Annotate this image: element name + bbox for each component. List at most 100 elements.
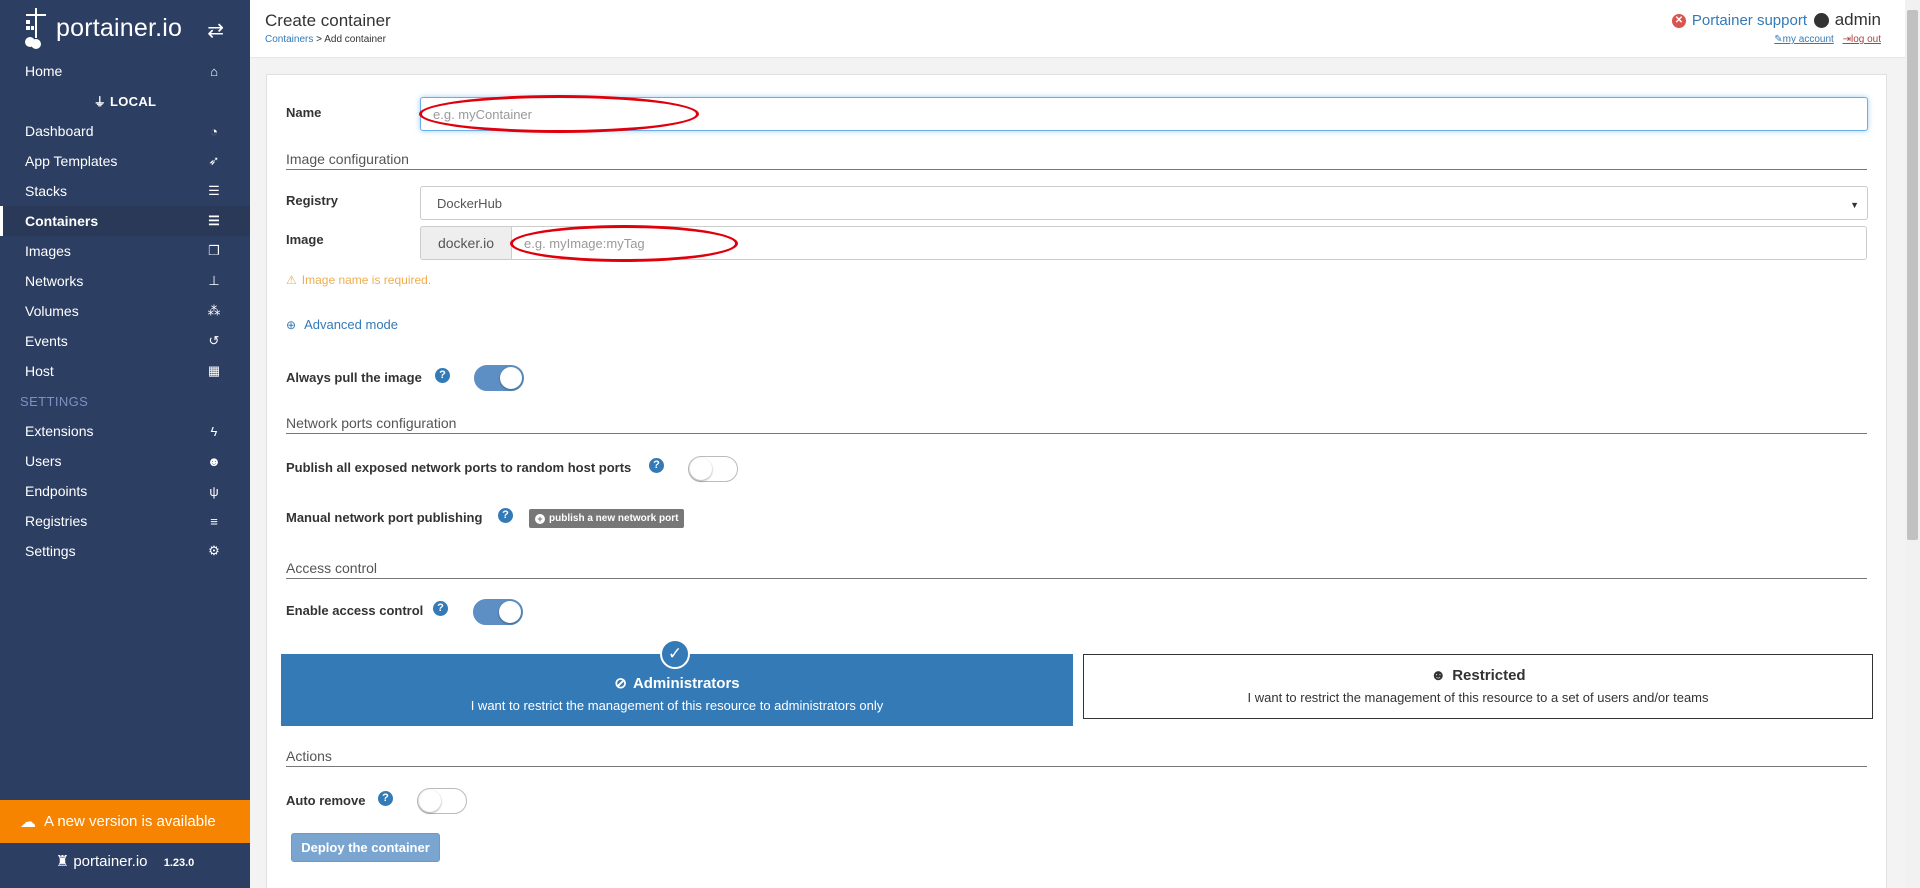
sidebar-item-users[interactable]: Users ☻ [0,446,250,476]
breadcrumb-current: Add container [324,34,386,45]
sidebar-item-containers[interactable]: Containers ☰ [0,206,250,236]
log-out-link[interactable]: ⇥log out [1843,34,1881,45]
administrators-title: ⊘ Administrators [614,674,740,693]
publish-all-toggle[interactable] [688,456,738,482]
sidebar-item-dashboard[interactable]: Dashboard ◔ [0,116,250,146]
cloud-download-icon: ☁ [20,813,36,831]
registry-value: DockerHub [437,195,503,211]
sidebar-item-label: Events [25,333,68,349]
publish-port-label: publish a new network port [549,513,679,524]
sidebar-item-label: Dashboard [25,123,94,139]
enable-access-label: Enable access control [286,603,424,618]
sidebar-item-networks[interactable]: Networks ⊥ [0,266,250,296]
advanced-mode-link[interactable]: ⊕ Advanced mode [286,317,398,332]
image-warning: ⚠ Image name is required. [286,273,431,287]
sidebar-item-label: Endpoints [25,483,88,499]
always-pull-label: Always pull the image [286,370,422,385]
user-circle-icon [1813,12,1829,28]
publish-port-button[interactable]: + publish a new network port [529,509,685,528]
section-network-ports: Network ports configuration [286,415,1867,434]
sidebar-item-endpoints[interactable]: Endpoints ψ [0,476,250,506]
page-scrollbar[interactable] [1905,0,1920,888]
help-icon[interactable]: ? [435,368,450,383]
th-icon: ▦ [207,363,221,378]
home-icon: ⌂ [210,63,218,79]
sidebar-item-settings[interactable]: Settings ⚙ [0,536,250,566]
switch-endpoint-icon[interactable]: ⇄ [207,18,224,43]
auto-remove-toggle[interactable] [417,788,467,814]
warning-icon: ⚠ [286,273,297,287]
plug-icon: ⏚ [93,94,107,109]
enable-access-toggle[interactable] [473,599,523,625]
help-icon[interactable]: ? [433,601,448,616]
create-container-form: Name e.g. myContainer Image configuratio… [266,74,1887,888]
portainer-logo-icon [25,8,46,49]
sidebar-item-extensions[interactable]: Extensions ϟ [0,416,250,446]
cogs-icon: ⚙ [208,543,220,558]
footer-brand-name: portainer.io [73,853,148,870]
sidebar-item-label: Containers [25,213,99,229]
page-header: Create container Containers > Add contai… [250,0,1905,58]
my-account-link[interactable]: ✎my account [1774,34,1834,45]
section-image-configuration: Image configuration [286,151,1867,170]
update-notice[interactable]: ☁ A new version is available [0,800,250,843]
help-icon[interactable]: ? [378,791,393,806]
close-circle-icon: ✕ [1671,13,1686,28]
caret-down-icon: ▼ [1850,200,1859,210]
users-icon: ☻ [1430,667,1447,684]
tachometer-icon: ◔ [210,123,218,139]
endpoint-name: ⏚ LOCAL [93,93,157,109]
sidebar-item-host[interactable]: Host ▦ [0,356,250,386]
auto-remove-label: Auto remove [286,793,366,808]
section-actions: Actions [286,748,1867,767]
registry-select[interactable]: DockerHub ▼ [420,186,1868,220]
section-access-control: Access control [286,560,1867,579]
administrators-desc: I want to restrict the management of thi… [470,698,884,713]
brand-name: portainer.io [56,13,183,42]
sidebar-item-stacks[interactable]: Stacks ☰ [0,176,250,206]
sidebar-item-label: Networks [25,273,84,289]
toggle-knob [499,601,521,623]
deploy-container-button[interactable]: Deploy the container [291,833,440,862]
brand[interactable]: portainer.io ⇄ [0,0,250,56]
sidebar-item-label: Home [25,63,63,79]
sidebar-item-events[interactable]: Events ↺ [0,326,250,356]
toggle-knob [690,458,712,480]
annotation-ring [419,95,699,133]
cubes-icon: ⁂ [207,303,221,318]
sidebar-item-label: App Templates [25,153,118,169]
breadcrumb-separator: > [313,34,325,45]
restricted-title: ☻ Restricted [1430,667,1526,684]
registry-label: Registry [286,193,339,208]
user-links: ✎my account ⇥log out [1768,34,1881,45]
sidebar-item-registries[interactable]: Registries ≡ [0,506,250,536]
image-registry-prefix: docker.io [420,226,512,260]
rocket-icon: ➶ [208,153,220,168]
portainer-logo-icon: ♜ [55,853,70,870]
image-label: Image [286,232,324,247]
sidebar-item-label: Host [25,363,54,379]
access-option-restricted[interactable]: ☻ Restricted I want to restrict the mana… [1083,654,1873,719]
image-warning-text: Image name is required. [301,273,432,287]
bolt-icon: ϟ [210,423,218,439]
breadcrumb-containers-link[interactable]: Containers [265,34,313,45]
annotation-ring [510,225,738,262]
advanced-mode-label: Advanced mode [304,317,399,332]
user-menu: admin [1813,10,1881,30]
scrollbar-thumb[interactable] [1907,10,1918,540]
sidebar-item-home[interactable]: Home ⌂ [0,56,250,86]
help-icon[interactable]: ? [498,508,513,523]
sidebar-item-label: Volumes [25,303,79,319]
sidebar-item-images[interactable]: Images ❐ [0,236,250,266]
sidebar-item-app-templates[interactable]: App Templates ➶ [0,146,250,176]
manual-ports-label: Manual network port publishing [286,510,483,525]
clone-icon: ❐ [208,243,220,258]
footer-brand: ♜ portainer.io 1.23.0 [0,852,250,870]
always-pull-toggle[interactable] [474,365,524,391]
sidebar-item-volumes[interactable]: Volumes ⁂ [0,296,250,326]
server-icon: ☰ [208,213,220,228]
help-icon[interactable]: ? [649,458,664,473]
portainer-support-link[interactable]: ✕ Portainer support [1671,12,1807,29]
sidebar-item-label: Settings [25,543,76,559]
version-label: 1.23.0 [163,857,195,869]
